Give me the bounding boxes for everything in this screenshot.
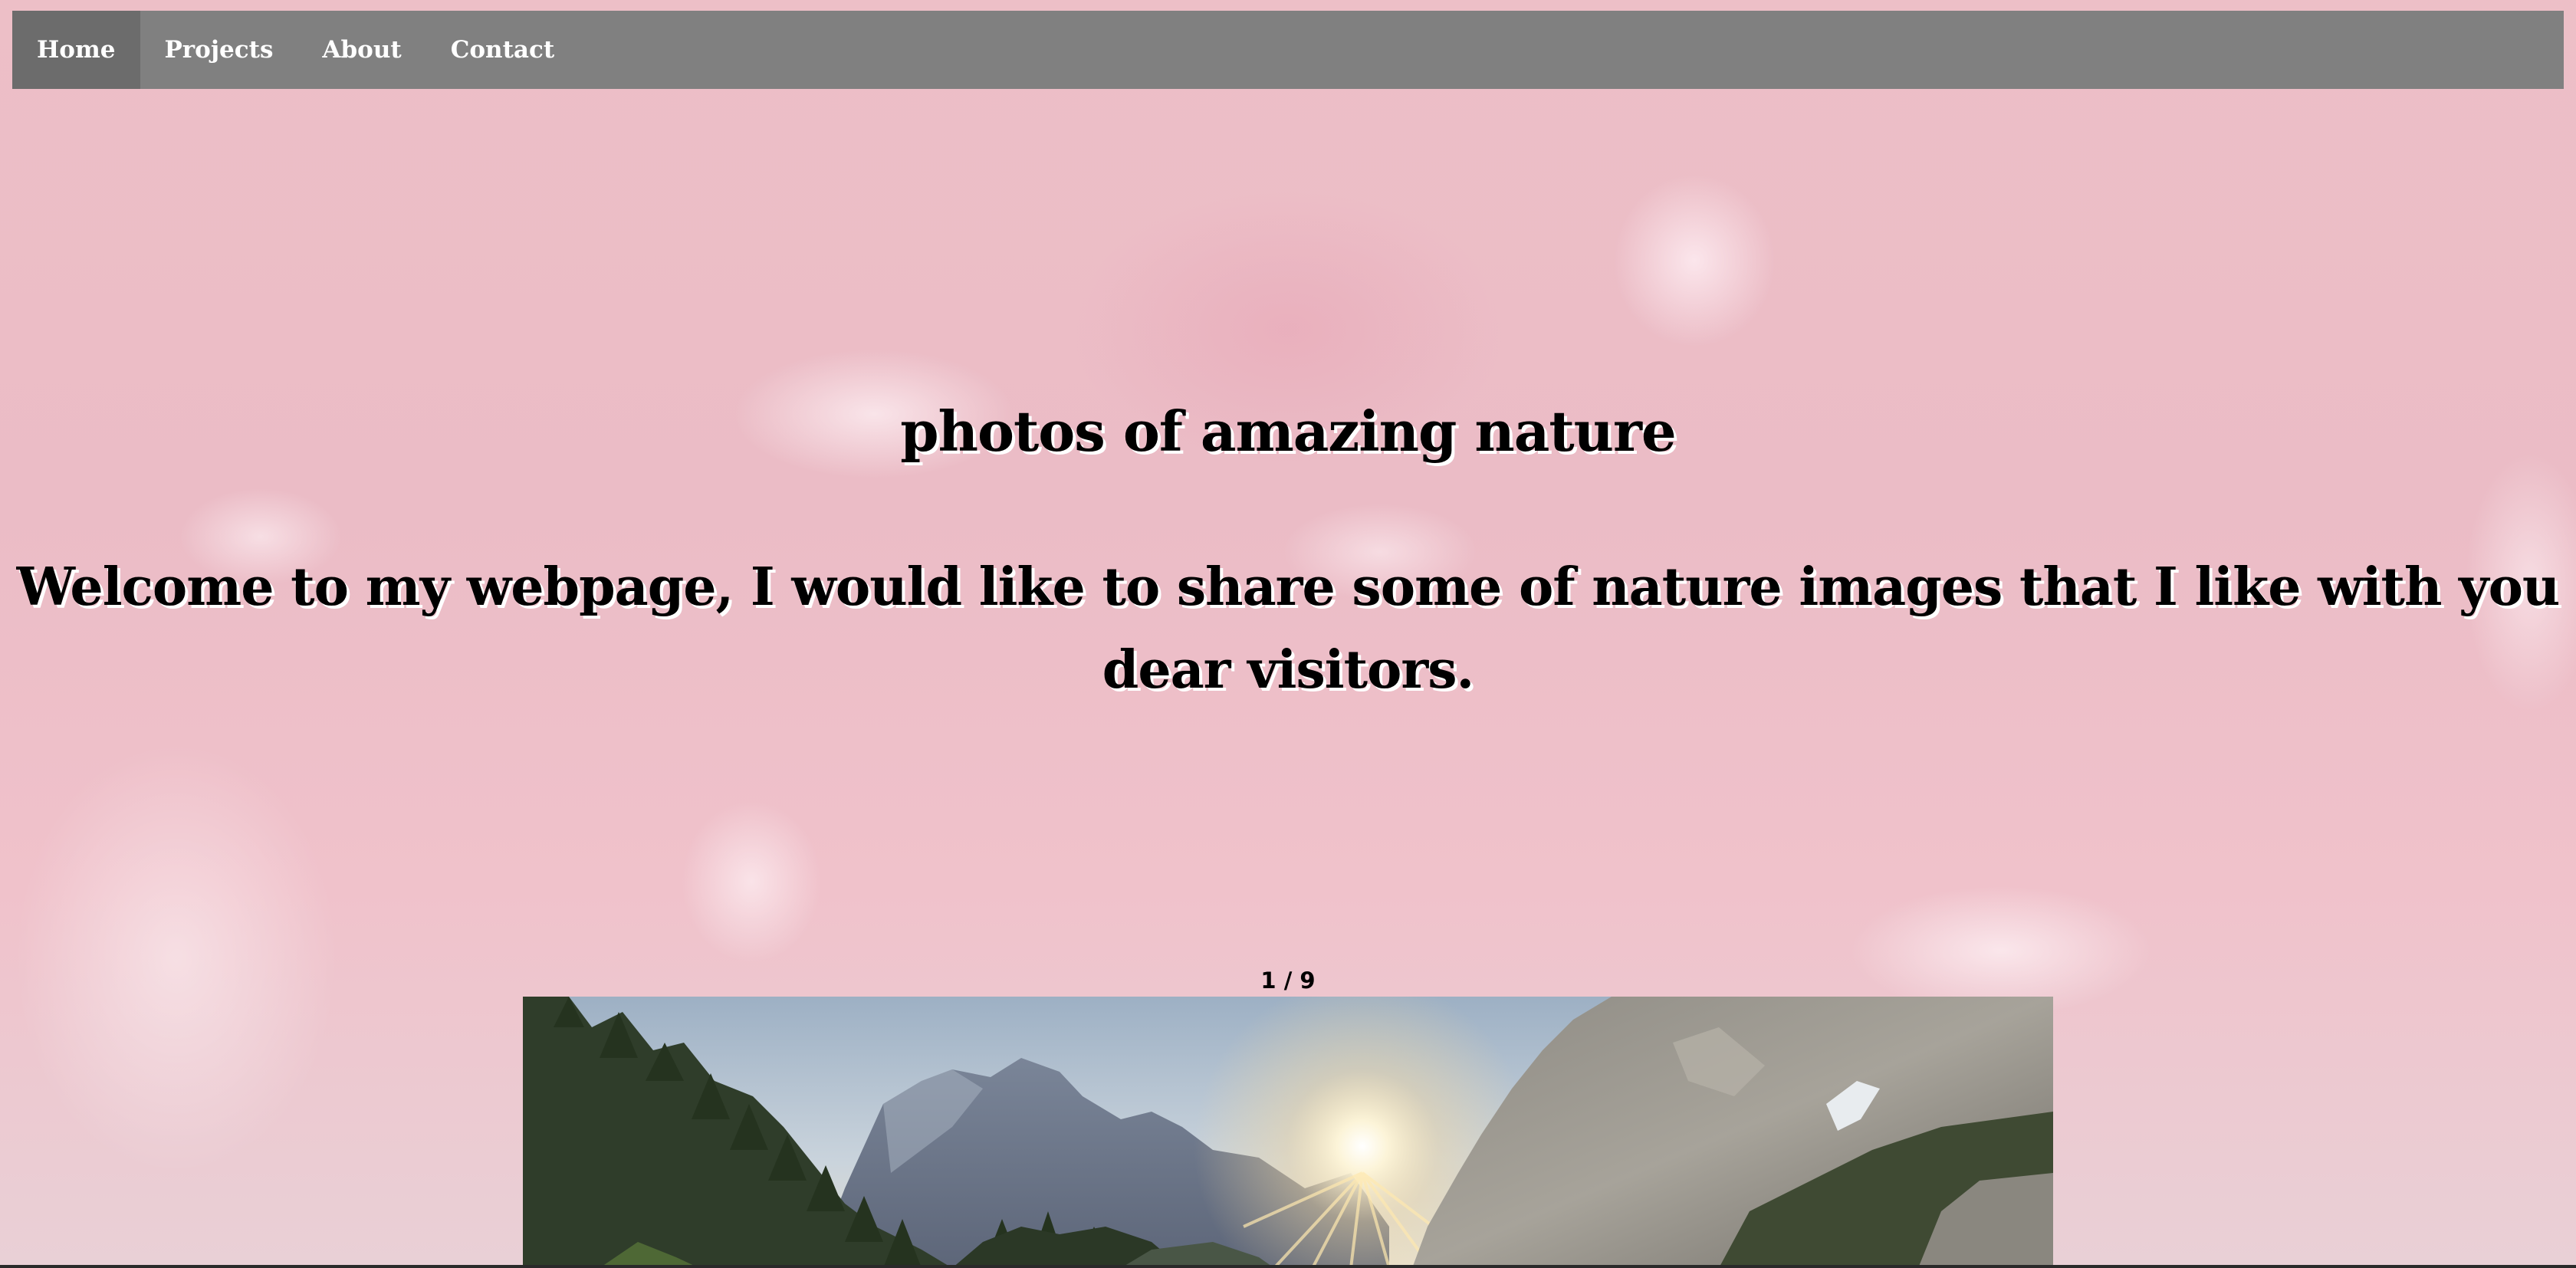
nav-about-link[interactable]: About xyxy=(297,11,426,89)
page-title: photos of amazing nature xyxy=(900,399,1677,464)
slideshow-image-mountain-sunrise[interactable] xyxy=(523,997,2053,1268)
nav-contact-link[interactable]: Contact xyxy=(426,11,580,89)
nav-projects-link[interactable]: Projects xyxy=(140,11,298,89)
slide-counter: 1 / 9 xyxy=(1260,967,1316,994)
nav-home-link[interactable]: Home xyxy=(12,11,140,89)
top-navbar: Home Projects About Contact xyxy=(12,11,2564,89)
bottom-edge-strip xyxy=(0,1265,2576,1268)
welcome-message: Welcome to my webpage, I would like to s… xyxy=(16,557,2561,701)
mountain-landscape-photo xyxy=(523,997,2053,1268)
